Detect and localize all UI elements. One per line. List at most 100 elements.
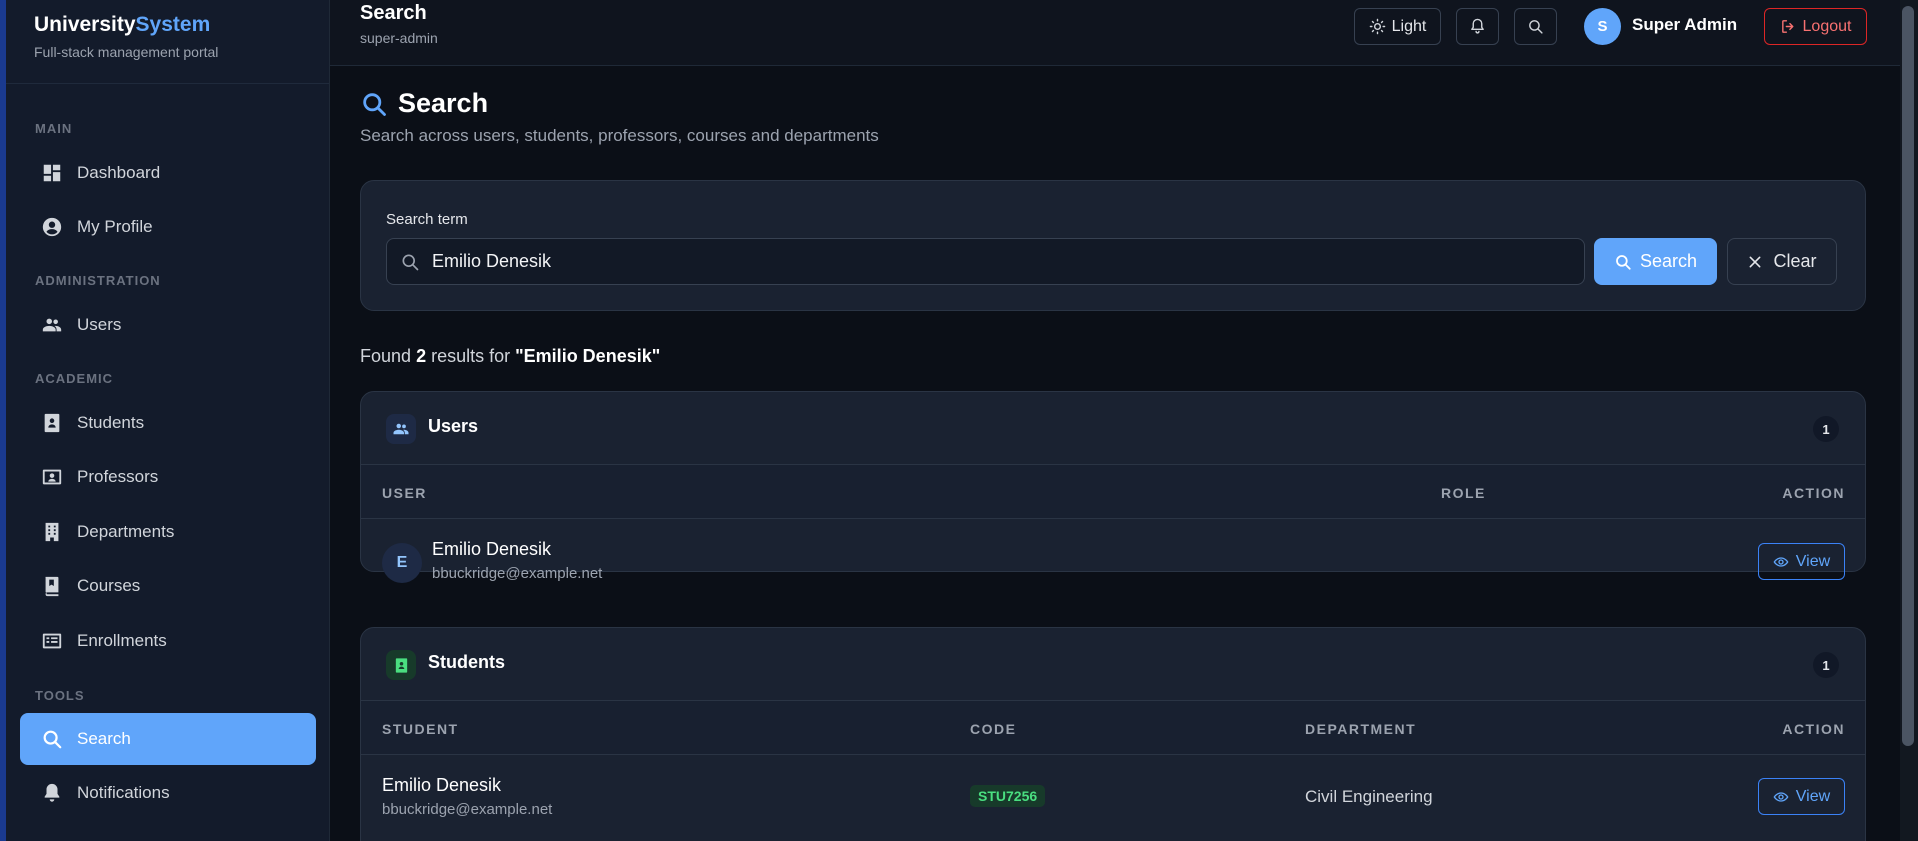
user-circle-icon bbox=[41, 216, 63, 238]
sidebar-item-courses[interactable]: Courses bbox=[20, 560, 316, 612]
students-card-title: Students bbox=[428, 652, 506, 672]
nav-section-administration: ADMINISTRATION bbox=[35, 273, 161, 288]
eye-icon bbox=[1773, 791, 1789, 802]
sidebar-item-profile[interactable]: My Profile bbox=[20, 201, 316, 253]
user-name[interactable]: Super Admin bbox=[1632, 15, 1737, 35]
student-email: bbuckridge@example.net bbox=[382, 801, 553, 818]
student-name: Emilio Denesik bbox=[382, 775, 502, 795]
users-icon bbox=[41, 314, 63, 336]
avatar: E bbox=[382, 543, 422, 583]
eye-icon bbox=[1773, 556, 1789, 567]
badge-icon bbox=[386, 650, 416, 680]
sidebar-item-search[interactable]: Search bbox=[20, 713, 316, 765]
topbar-subtitle: super-admin bbox=[360, 30, 438, 46]
results-summary: Found 2 results for "Emilio Denesik" bbox=[360, 346, 660, 367]
avatar[interactable]: S bbox=[1584, 8, 1621, 45]
column-header-student: STUDENT bbox=[382, 721, 459, 737]
column-header-code: CODE bbox=[970, 721, 1017, 737]
topbar: Search super-admin Light S Super Admin L… bbox=[330, 0, 1900, 66]
close-icon bbox=[1750, 256, 1761, 267]
book-icon bbox=[41, 575, 63, 597]
search-icon bbox=[363, 92, 386, 116]
student-code-badge: STU7256 bbox=[970, 785, 1046, 807]
notifications-button[interactable] bbox=[1456, 8, 1499, 45]
sidebar-item-dashboard[interactable]: Dashboard bbox=[20, 147, 316, 199]
page-title-text: Search bbox=[398, 88, 489, 118]
bell-icon bbox=[1471, 18, 1484, 34]
logout-icon bbox=[1781, 20, 1793, 33]
search-icon bbox=[1529, 20, 1543, 34]
view-button-label: View bbox=[1795, 787, 1831, 805]
sidebar-item-label: Departments bbox=[77, 522, 175, 541]
logout-label: Logout bbox=[1802, 17, 1852, 35]
id-card-icon bbox=[41, 466, 63, 488]
theme-toggle-label: Light bbox=[1391, 17, 1427, 35]
users-card-title: Users bbox=[428, 416, 479, 436]
main-content: Search Search across users, students, pr… bbox=[330, 66, 1900, 841]
sidebar-item-enrollments[interactable]: Enrollments bbox=[20, 615, 316, 667]
search-button[interactable]: Search bbox=[1594, 238, 1717, 285]
users-icon bbox=[386, 414, 416, 444]
brand-title-accent: System bbox=[135, 13, 211, 36]
topbar-title: Search bbox=[360, 2, 427, 24]
users-card-header: Users 1 bbox=[361, 392, 1865, 465]
column-header-action: ACTION bbox=[1782, 721, 1845, 737]
sidebar-item-label: Search bbox=[77, 729, 131, 748]
nav-section-academic: ACADEMIC bbox=[35, 371, 114, 386]
list-card-icon bbox=[41, 630, 63, 652]
view-user-button[interactable]: View bbox=[1758, 543, 1845, 580]
clear-button-label: Clear bbox=[1773, 251, 1817, 271]
logout-button[interactable]: Logout bbox=[1764, 8, 1867, 45]
view-student-button[interactable]: View bbox=[1758, 778, 1845, 815]
scrollbar-thumb[interactable] bbox=[1902, 6, 1914, 746]
sidebar-item-professors[interactable]: Professors bbox=[20, 451, 316, 503]
students-card-header: Students 1 bbox=[361, 628, 1865, 701]
results-count: 2 bbox=[416, 346, 427, 366]
sidebar-item-label: My Profile bbox=[77, 217, 153, 236]
brand-title[interactable]: UniversitySystem bbox=[34, 12, 305, 38]
sidebar-item-departments[interactable]: Departments bbox=[20, 506, 316, 558]
sidebar-item-students[interactable]: Students bbox=[20, 397, 316, 449]
global-search-button[interactable] bbox=[1514, 8, 1557, 45]
user-name: Emilio Denesik bbox=[432, 539, 552, 559]
search-input-value[interactable]: Emilio Denesik bbox=[432, 251, 551, 272]
badge-icon bbox=[41, 412, 63, 434]
search-label: Search term bbox=[386, 211, 468, 228]
results-query: "Emilio Denesik" bbox=[515, 346, 661, 366]
sidebar-item-label: Professors bbox=[77, 467, 159, 486]
search-icon bbox=[402, 254, 419, 270]
column-header-action: ACTION bbox=[1782, 485, 1845, 501]
page-description: Search across users, students, professor… bbox=[360, 126, 879, 145]
users-count-badge: 1 bbox=[1813, 416, 1839, 442]
search-input[interactable]: Emilio Denesik bbox=[386, 238, 1585, 285]
clear-button[interactable]: Clear bbox=[1727, 238, 1837, 285]
nav-section-tools: TOOLS bbox=[35, 688, 85, 703]
users-results-card: Users 1 USER ROLE ACTION E Emilio Denesi… bbox=[360, 391, 1866, 583]
students-table-header: STUDENT CODE DEPARTMENT ACTION bbox=[361, 701, 1865, 755]
sun-icon bbox=[1369, 18, 1385, 35]
search-icon bbox=[1616, 254, 1631, 270]
building-icon bbox=[41, 521, 63, 543]
sidebar-item-label: Courses bbox=[77, 576, 141, 595]
students-count-badge: 1 bbox=[1813, 652, 1839, 678]
user-email: bbuckridge@example.net bbox=[432, 565, 603, 582]
dashboard-icon bbox=[41, 162, 63, 184]
sidebar-item-label: Students bbox=[77, 413, 145, 432]
results-prefix: Found bbox=[360, 346, 412, 366]
column-header-user: USER bbox=[382, 485, 427, 501]
theme-toggle-button[interactable]: Light bbox=[1354, 8, 1441, 45]
sidebar-item-notifications[interactable]: Notifications bbox=[20, 767, 316, 819]
view-button-label: View bbox=[1795, 552, 1831, 570]
brand-subtitle: Full-stack management portal bbox=[34, 44, 219, 60]
sidebar-item-users[interactable]: Users bbox=[20, 299, 316, 351]
sidebar-item-label: Enrollments bbox=[77, 631, 167, 650]
brand: UniversitySystem Full-stack management p… bbox=[6, 0, 329, 84]
sidebar-item-label: Dashboard bbox=[77, 163, 161, 182]
page-title: Search bbox=[360, 88, 488, 119]
column-header-role: ROLE bbox=[1441, 485, 1486, 501]
sidebar: UniversitySystem Full-stack management p… bbox=[6, 0, 330, 841]
search-icon bbox=[41, 728, 63, 750]
search-button-label: Search bbox=[1639, 251, 1698, 271]
results-middle: results for bbox=[431, 346, 511, 366]
student-department: Civil Engineering bbox=[1305, 787, 1433, 806]
